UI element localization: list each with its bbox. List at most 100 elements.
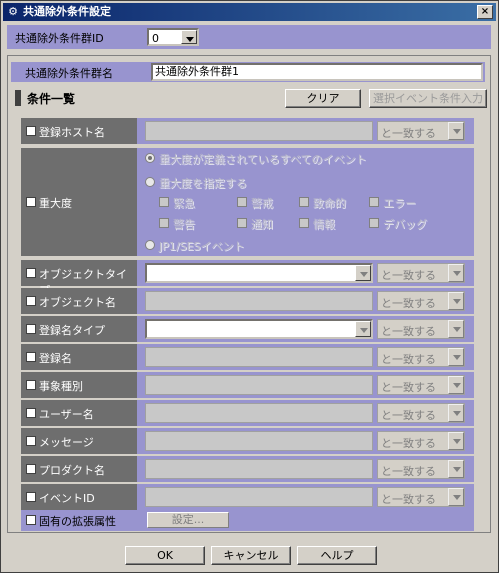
row-registered-name: 登録名 と一致する <box>21 344 474 370</box>
row-registered-name-type: 登録名タイプ と一致する <box>21 316 474 342</box>
event-category-checkbox[interactable] <box>26 380 36 390</box>
title-bar: ⚙ 共通除外条件設定 × <box>3 3 496 21</box>
message-checkbox[interactable] <box>26 436 36 446</box>
severity-label: 致命的 <box>313 197 346 210</box>
severity-label: 情報 <box>313 218 335 231</box>
registered-name-checkbox[interactable] <box>26 352 36 362</box>
chevron-down-icon[interactable] <box>448 376 464 394</box>
ok-button[interactable]: OK <box>125 546 205 565</box>
severity-checkbox-notice[interactable] <box>237 218 247 228</box>
row-label: 重大度 <box>21 148 137 256</box>
severity-checkbox-critical[interactable] <box>299 197 309 207</box>
chevron-down-icon[interactable] <box>448 348 464 366</box>
radio-specify-severity-label: 重大度を指定する <box>159 177 247 190</box>
row-label-text: プロダクト名 <box>39 464 105 477</box>
message-match-select[interactable]: と一致する <box>377 431 465 451</box>
registered-name-match-select[interactable]: と一致する <box>377 347 465 367</box>
row-label-text: メッセージ <box>39 436 94 449</box>
group-id-select[interactable]: 0 <box>147 28 199 46</box>
product-name-match-select[interactable]: と一致する <box>377 459 465 479</box>
group-id-label: 共通除外条件群ID <box>15 32 104 45</box>
settings-button[interactable]: 設定... <box>147 512 229 528</box>
row-object-type: オブジェクトタイプ と一致する <box>21 260 474 297</box>
severity-label: 通知 <box>251 218 273 231</box>
help-button[interactable]: ヘルプ <box>297 546 377 565</box>
chevron-down-icon[interactable] <box>448 122 464 140</box>
event-id-match-select[interactable]: と一致する <box>377 487 465 507</box>
row-label: プロダクト名 <box>21 456 137 482</box>
cancel-button[interactable]: キャンセル <box>211 546 291 565</box>
match-value: と一致する <box>381 493 436 506</box>
chevron-down-icon[interactable] <box>355 321 371 337</box>
radio-specify-severity[interactable] <box>145 177 155 187</box>
chevron-down-icon[interactable] <box>448 320 464 338</box>
host-checkbox[interactable] <box>26 126 36 136</box>
object-name-input[interactable] <box>145 291 373 311</box>
event-id-input[interactable] <box>145 487 373 507</box>
match-value: と一致する <box>381 269 436 282</box>
host-input[interactable] <box>145 121 373 141</box>
object-name-checkbox[interactable] <box>26 296 36 306</box>
object-type-select[interactable] <box>145 263 373 283</box>
radio-all-severity[interactable] <box>145 153 155 163</box>
severity-label: エラー <box>383 197 416 210</box>
radio-jp1-event[interactable] <box>145 240 155 250</box>
match-value: と一致する <box>381 325 436 338</box>
select-event-condition-button[interactable]: 選択イベント条件入力 <box>369 89 487 108</box>
row-object-name: オブジェクト名 と一致する <box>21 288 474 314</box>
event-id-checkbox[interactable] <box>26 492 36 502</box>
message-input[interactable] <box>145 431 373 451</box>
registered-name-type-select[interactable] <box>145 319 373 339</box>
object-name-match-select[interactable]: と一致する <box>377 291 465 311</box>
clear-button[interactable]: クリア <box>285 89 361 108</box>
match-value: と一致する <box>381 353 436 366</box>
chevron-down-icon[interactable] <box>448 264 464 282</box>
severity-checkbox-emergency[interactable] <box>159 197 169 207</box>
object-type-checkbox[interactable] <box>26 268 36 278</box>
row-message: メッセージ と一致する <box>21 428 474 454</box>
severity-label: 警戒 <box>251 197 273 210</box>
product-name-input[interactable] <box>145 459 373 479</box>
row-label-text: 重大度 <box>39 197 72 210</box>
severity-checkbox-alert[interactable] <box>237 197 247 207</box>
chevron-down-icon[interactable] <box>448 292 464 310</box>
registered-name-type-match-select[interactable]: と一致する <box>377 319 465 339</box>
severity-checkbox-error[interactable] <box>369 197 379 207</box>
chevron-down-icon[interactable] <box>448 432 464 450</box>
row-label-text: 登録ホスト名 <box>39 126 105 139</box>
severity-checkbox[interactable] <box>26 197 36 207</box>
row-event-category: 事象種別 と一致する <box>21 372 474 398</box>
match-value: と一致する <box>381 381 436 394</box>
group-name-input[interactable]: 共通除外条件群1 <box>151 63 483 81</box>
chevron-down-icon[interactable] <box>448 404 464 422</box>
close-button[interactable]: × <box>477 5 493 19</box>
severity-checkbox-info[interactable] <box>299 218 309 228</box>
row-user-name: ユーザー名 と一致する <box>21 400 474 426</box>
severity-label: 緊急 <box>173 197 195 210</box>
row-label: ユーザー名 <box>21 400 137 426</box>
chevron-down-icon[interactable] <box>181 30 197 44</box>
registered-name-type-checkbox[interactable] <box>26 324 36 334</box>
object-type-match-select[interactable]: と一致する <box>377 263 465 283</box>
product-name-checkbox[interactable] <box>26 464 36 474</box>
chevron-down-icon[interactable] <box>355 265 371 281</box>
severity-checkbox-warning[interactable] <box>159 218 169 228</box>
user-name-input[interactable] <box>145 403 373 423</box>
group-name-label: 共通除外条件群名 <box>25 67 113 80</box>
chevron-down-icon[interactable] <box>448 488 464 506</box>
row-label: 登録名 <box>21 344 137 370</box>
host-match-select[interactable]: と一致する <box>377 121 465 141</box>
row-label-text: オブジェクト名 <box>39 296 116 309</box>
dialog-window: ⚙ 共通除外条件設定 × 共通除外条件群ID 0 共通除外条件群名 共通除外条件… <box>0 0 499 573</box>
row-registered-host: 登録ホスト名 と一致する <box>21 118 474 144</box>
row-label-text: 固有の拡張属性 <box>39 515 116 528</box>
event-category-input[interactable] <box>145 375 373 395</box>
extended-attributes-checkbox[interactable] <box>26 515 36 525</box>
event-category-match-select[interactable]: と一致する <box>377 375 465 395</box>
chevron-down-icon[interactable] <box>448 460 464 478</box>
user-name-checkbox[interactable] <box>26 408 36 418</box>
group-name-row: 共通除外条件群名 共通除外条件群1 <box>11 62 485 82</box>
registered-name-input[interactable] <box>145 347 373 367</box>
severity-checkbox-debug[interactable] <box>369 218 379 228</box>
user-name-match-select[interactable]: と一致する <box>377 403 465 423</box>
